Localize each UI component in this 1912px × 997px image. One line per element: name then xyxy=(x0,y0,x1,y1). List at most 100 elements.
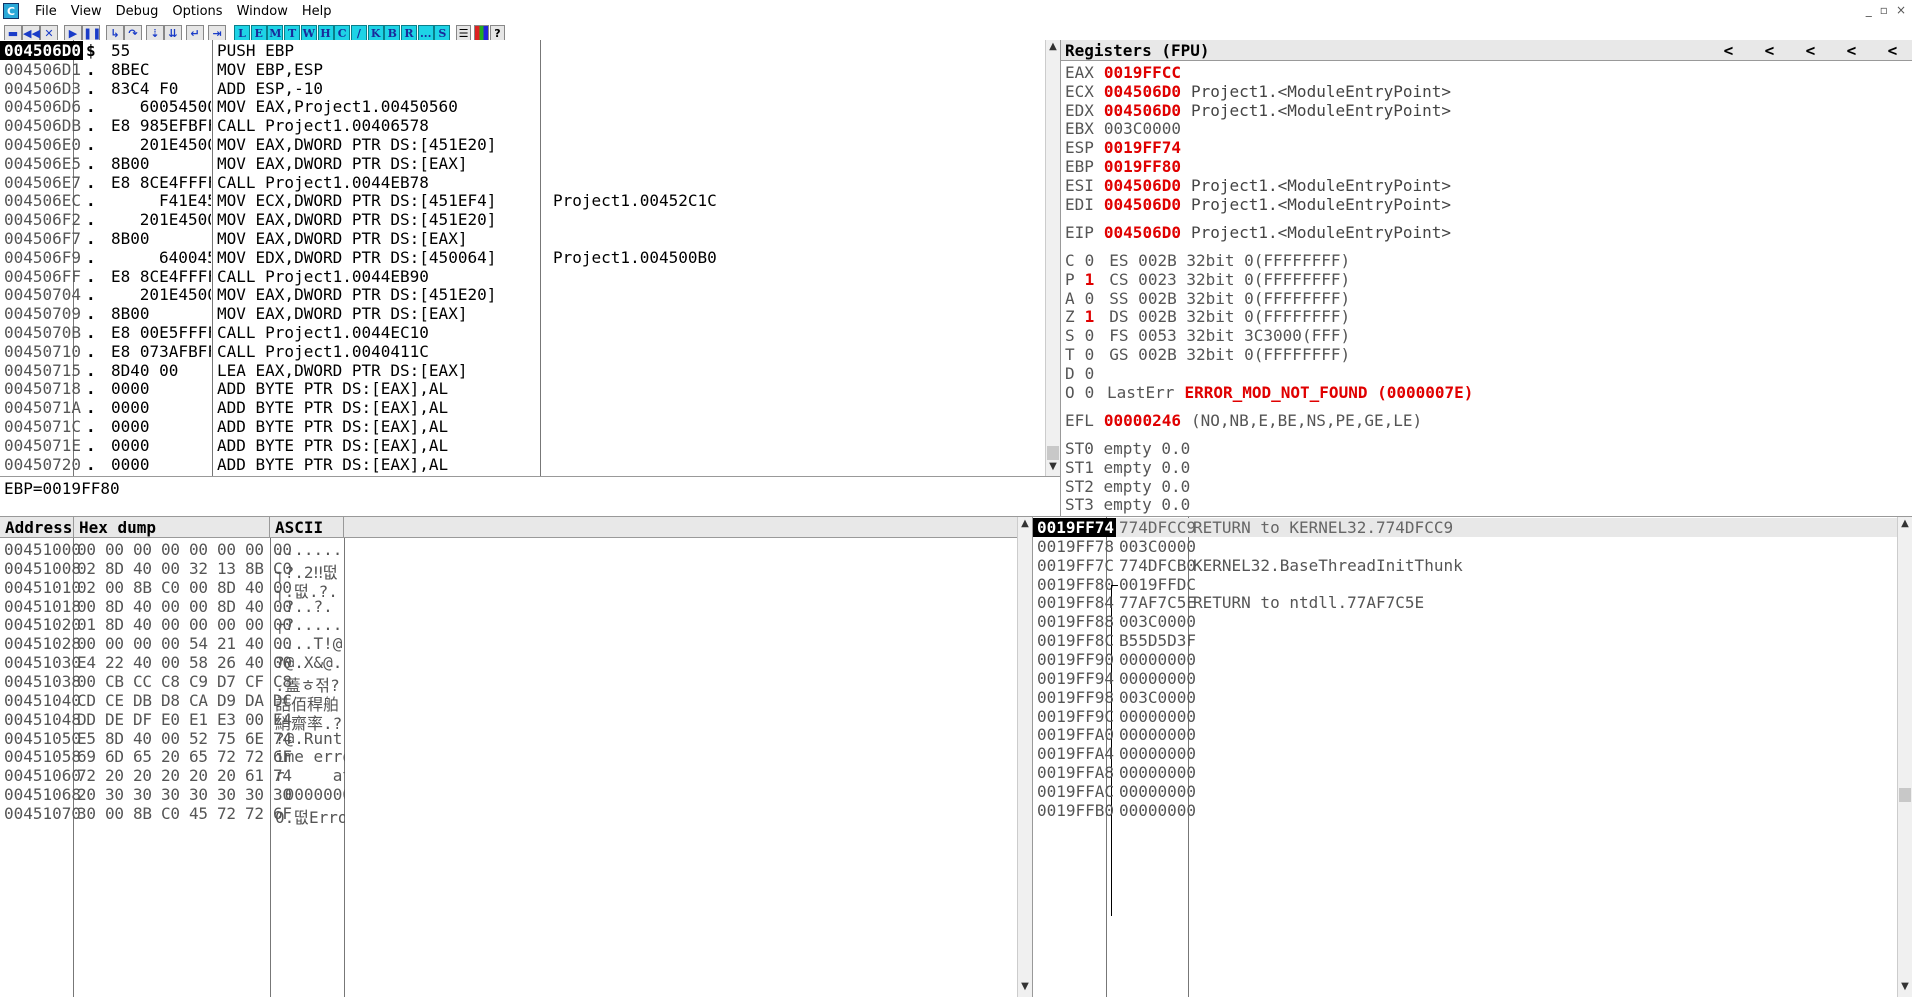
dump-row[interactable]: 00451008 02 8D 40 00 32 13 8B C0 ┐?.2‼떲 xyxy=(0,559,1017,582)
stack-value[interactable]: 00000000 xyxy=(1119,707,1196,726)
chevron-left-icon[interactable]: < xyxy=(1708,40,1749,61)
disasm-address[interactable]: 00450720 xyxy=(0,455,83,474)
dump-hex[interactable]: 02 00 8B C0 00 8D 40 00 xyxy=(77,578,292,597)
dump-row[interactable]: 00451010 02 00 8B C0 00 8D 40 00 ┐.떲.?. xyxy=(0,578,1017,601)
dump-row[interactable]: 00451068 20 30 30 30 30 30 30 30 0000000 xyxy=(0,785,1017,804)
disasm-row[interactable]: 00450709. 8B00 MOV EAX,DWORD PTR DS:[EAX] xyxy=(0,304,1045,323)
stack-address[interactable]: 0019FF90 xyxy=(1033,650,1116,669)
scroll-up-icon[interactable]: ▲ xyxy=(1019,518,1031,529)
disasm-row[interactable]: 004506FF. E8 8CE4FFFF CALL Project1.0044EB… xyxy=(0,267,1045,286)
dump-hex[interactable]: 20 30 30 30 30 30 30 30 xyxy=(77,785,292,804)
flag-bit[interactable]: 0 xyxy=(1085,251,1095,270)
stack-value[interactable]: 00000000 xyxy=(1119,782,1196,801)
segment-register[interactable]: CS 0023 32bit 0(FFFFFFFF) xyxy=(1109,270,1350,289)
dump-ascii[interactable]: ....T!@. xyxy=(275,634,345,653)
stack-value[interactable]: 00000000 xyxy=(1119,669,1196,688)
segment-register[interactable]: SS 002B 32bit 0(FFFFFFFF) xyxy=(1109,289,1350,308)
disasm-row[interactable]: 0045070B. E8 00E5FFFF CALL Project1.0044EC… xyxy=(0,323,1045,342)
scroll-up-icon[interactable]: ▲ xyxy=(1899,518,1911,529)
stack-row[interactable]: 0019FFAC 00000000 xyxy=(1033,782,1898,801)
disasm-row[interactable]: 00450718. 0000 ADD BYTE PTR DS:[EAX],AL xyxy=(0,379,1045,398)
minimize-icon[interactable]: _ xyxy=(1866,3,1872,17)
stack-address[interactable]: 0019FF74 xyxy=(1033,518,1117,537)
register-edi[interactable]: EDI 004506D0 Project1.<ModuleEntryPoint> xyxy=(1065,195,1451,214)
stack-row[interactable]: 0019FFB0 00000000 xyxy=(1033,801,1898,820)
disasm-row[interactable]: 004506D6. 60054500 MOV EAX,Project1.004505… xyxy=(0,97,1045,117)
register-value[interactable]: 004506D0 xyxy=(1104,82,1181,101)
disasm-address[interactable]: 004506D1 xyxy=(0,60,83,79)
disasm-row[interactable]: 004506E7. E8 8CE4FFFF CALL Project1.0044EB… xyxy=(0,173,1045,192)
stack-row[interactable]: 0019FF7C 774DFCB0 KERNEL32.BaseThreadInitT… xyxy=(1033,556,1898,575)
fpu-register[interactable]: ST3 empty 0.0 xyxy=(1065,495,1190,514)
menu-window[interactable]: Window xyxy=(230,3,295,20)
disasm-address[interactable]: 004506E5 xyxy=(0,154,83,173)
dump-hex[interactable]: 00 CB CC C8 C9 D7 CF C8 xyxy=(77,672,292,691)
stack-address[interactable]: 0019FF88 xyxy=(1033,612,1116,631)
fpu-register[interactable]: ST2 empty 0.0 xyxy=(1065,477,1190,496)
chevron-left-icon[interactable]: < xyxy=(1831,40,1872,61)
disasm-row[interactable]: 00450704. 201E4500 MOV EAX,DWORD PTR DS:[4… xyxy=(0,285,1045,305)
register-value[interactable]: 0019FFCC xyxy=(1104,63,1181,82)
disasm-row[interactable]: 004506D0 $55 PUSH EBP xyxy=(0,41,1045,60)
stack-value[interactable]: 003C0000 xyxy=(1119,688,1196,707)
disasm-row[interactable]: 0045071A. 0000 ADD BYTE PTR DS:[EAX],AL xyxy=(0,398,1045,417)
menu-help[interactable]: Help xyxy=(295,3,339,20)
register-esp[interactable]: ESP 0019FF74 xyxy=(1065,138,1181,157)
scroll-thumb[interactable] xyxy=(1047,446,1059,460)
stack-address[interactable]: 0019FFA4 xyxy=(1033,744,1116,763)
dump-ascii[interactable]: ime erro xyxy=(275,747,345,766)
flag-s[interactable]: S 0 FS 0053 32bit 3C3000(FFF) xyxy=(1065,326,1350,345)
disasm-address[interactable]: 004506F2 xyxy=(0,210,83,229)
stack-row[interactable]: 0019FF80 0019FFDC xyxy=(1033,575,1898,916)
dump-hex[interactable]: 72 20 20 20 20 20 61 74 xyxy=(77,766,292,785)
dump-hex[interactable]: 69 6D 65 20 65 72 72 6F xyxy=(77,747,292,766)
stack-address[interactable]: 0019FF94 xyxy=(1033,669,1116,688)
scroll-down-icon[interactable]: ▼ xyxy=(1899,981,1911,992)
stack-address[interactable]: 0019FF80 xyxy=(1033,575,1116,594)
dump-header-hex[interactable]: Hex dump xyxy=(74,517,270,538)
dump-header-ascii[interactable]: ASCII xyxy=(270,517,344,538)
dump-row[interactable]: 00451048 DD DE DF E0 E1 E3 00 E4 綃齋率.? xyxy=(0,710,1017,733)
flag-a[interactable]: A 0 SS 002B 32bit 0(FFFFFFFF) xyxy=(1065,289,1350,308)
stack-value[interactable]: 0019FFDC xyxy=(1119,575,1196,594)
dump-row[interactable]: 00451050 E5 8D 40 00 52 75 6E 74 ?@.Runt xyxy=(0,729,1017,748)
menu-options[interactable]: Options xyxy=(165,3,229,20)
stack-address[interactable]: 0019FFB0 xyxy=(1033,801,1116,820)
stack-row[interactable]: 0019FFA0 00000000 xyxy=(1033,725,1898,744)
fpu-register[interactable]: ST0 empty 0.0 xyxy=(1065,439,1190,458)
disasm-address[interactable]: 004506DB xyxy=(0,116,83,135)
disasm-row[interactable]: 004506D1. 8BEC MOV EBP,ESP xyxy=(0,60,1045,79)
registers-pane[interactable]: Registers (FPU) < < < < < EAX 0019FFCC ECX 0045… xyxy=(1060,40,1912,516)
flag-bit[interactable]: 1 xyxy=(1085,307,1095,326)
dump-row[interactable]: 00451040 CD CE DB D8 CA D9 DA DC 詰佰稈舶 xyxy=(0,691,1017,714)
disasm-address[interactable]: 00450704 xyxy=(0,285,83,304)
flag-p[interactable]: P 1 CS 0023 32bit 0(FFFFFFFF) xyxy=(1065,270,1350,289)
dump-hex[interactable]: 00 00 00 00 54 21 40 00 xyxy=(77,634,292,653)
dump-ascii[interactable]: ?@.Runt xyxy=(275,729,345,748)
register-value[interactable]: 0019FF80 xyxy=(1104,157,1181,176)
flag-bit[interactable]: 0 xyxy=(1085,289,1095,308)
disasm-row[interactable]: 004506DB. E8 985EFBFF CALL Project1.004065… xyxy=(0,116,1045,135)
stack-address[interactable]: 0019FF7C xyxy=(1033,556,1116,575)
chevron-left-icon[interactable]: < xyxy=(1872,40,1912,61)
dump-ascii[interactable]: 0.떲Erro xyxy=(275,804,345,828)
register-ebp[interactable]: EBP 0019FF80 xyxy=(1065,157,1181,176)
flag-d[interactable]: D0 xyxy=(1065,364,1094,383)
stack-scrollbar[interactable]: ▲ ▼ xyxy=(1897,517,1912,997)
register-value[interactable]: 004506D0 xyxy=(1104,176,1181,195)
stack-value[interactable]: 00000000 xyxy=(1119,725,1196,744)
disasm-row[interactable]: 0045071C. 0000 ADD BYTE PTR DS:[EAX],AL xyxy=(0,417,1045,436)
dump-hex[interactable]: 02 8D 40 00 32 13 8B C0 xyxy=(77,559,292,578)
disasm-row[interactable]: 00450715. 8D40 00 LEA EAX,DWORD PTR DS:[EA… xyxy=(0,361,1045,380)
restore-icon[interactable]: ▫ xyxy=(1880,3,1888,17)
register-value[interactable]: 004506D0 xyxy=(1104,223,1181,242)
disasm-address[interactable]: 004506F7 xyxy=(0,229,83,248)
stack-address[interactable]: 0019FF9C xyxy=(1033,707,1116,726)
stack-address[interactable]: 0019FF84 xyxy=(1033,593,1116,612)
disasm-row[interactable]: 0045071E. 0000 ADD BYTE PTR DS:[EAX],AL xyxy=(0,436,1045,455)
stack-value[interactable]: 774DFCC9 xyxy=(1119,518,1196,537)
scroll-thumb[interactable] xyxy=(1899,788,1911,802)
dump-row[interactable]: 00451018 00 8D 40 00 00 8D 40 00.?..?. xyxy=(0,597,1017,616)
disasm-address[interactable]: 00450718 xyxy=(0,379,83,398)
dump-pane[interactable]: Address Hex dump ASCII 00451000 00 00 00 … xyxy=(0,516,1032,997)
